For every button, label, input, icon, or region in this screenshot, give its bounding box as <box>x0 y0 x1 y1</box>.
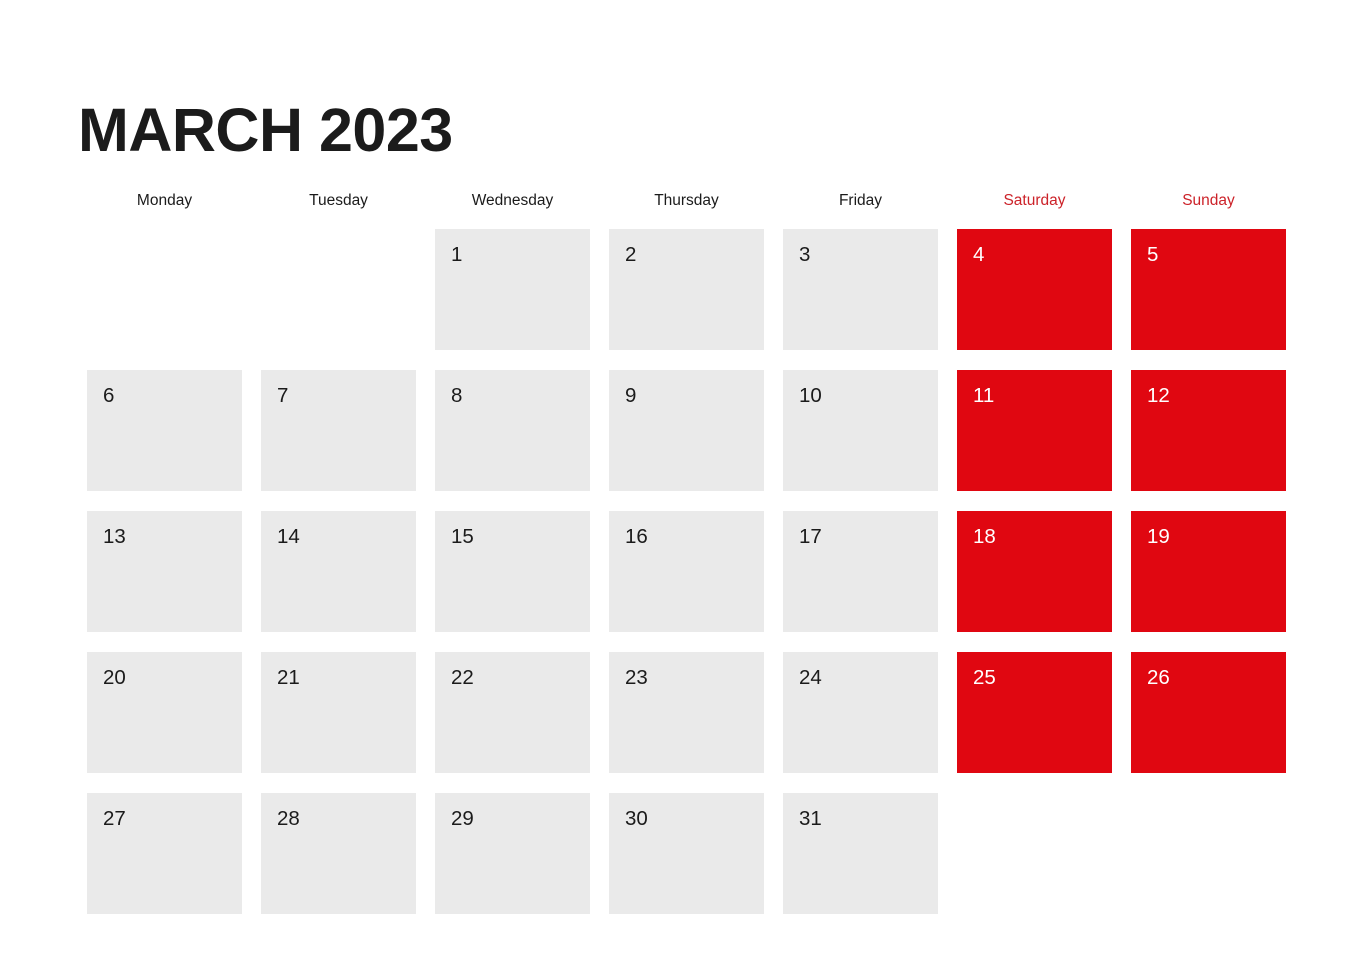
day-number: 13 <box>103 525 126 548</box>
day-number: 3 <box>799 243 811 266</box>
day-cell[interactable]: 25 <box>957 652 1112 773</box>
day-number: 18 <box>973 525 996 548</box>
calendar-page: MARCH 2023 Monday Tuesday Wednesday Thursda… <box>0 0 1371 980</box>
day-cell[interactable]: 29 <box>435 793 590 914</box>
day-number: 22 <box>451 666 474 689</box>
day-number: 27 <box>103 807 126 830</box>
day-cell[interactable]: 15 <box>435 511 590 632</box>
day-number: 19 <box>1147 525 1170 548</box>
day-number: 2 <box>625 243 637 266</box>
weekday-header-wednesday: Wednesday <box>471 192 554 209</box>
day-cell[interactable]: 9 <box>609 370 764 491</box>
day-cell[interactable]: 18 <box>957 511 1112 632</box>
day-number: 26 <box>1147 666 1170 689</box>
day-cell[interactable]: 22 <box>435 652 590 773</box>
day-cell[interactable]: 16 <box>609 511 764 632</box>
day-cell[interactable]: 14 <box>261 511 416 632</box>
day-cell[interactable]: 2 <box>609 229 764 350</box>
day-cell[interactable]: 24 <box>783 652 938 773</box>
day-cell[interactable]: 28 <box>261 793 416 914</box>
day-number: 4 <box>973 243 985 266</box>
day-cell[interactable]: 10 <box>783 370 938 491</box>
day-cell-empty <box>1131 793 1286 914</box>
day-cell[interactable]: 6 <box>87 370 242 491</box>
calendar-grid: 1 2 3 4 5 6 7 8 9 10 11 12 13 14 15 16 17 18 19 20 21 22 23 24 2… <box>87 229 1286 921</box>
day-number: 6 <box>103 384 115 407</box>
day-number: 25 <box>973 666 996 689</box>
day-cell[interactable]: 23 <box>609 652 764 773</box>
weekday-header-tuesday: Tuesday <box>309 192 368 209</box>
day-number: 8 <box>451 384 463 407</box>
day-number: 15 <box>451 525 474 548</box>
day-cell[interactable]: 17 <box>783 511 938 632</box>
day-number: 30 <box>625 807 648 830</box>
day-number: 11 <box>973 384 995 407</box>
day-cell-empty <box>957 793 1112 914</box>
day-number: 31 <box>799 807 822 830</box>
day-number: 9 <box>625 384 637 407</box>
day-cell[interactable]: 8 <box>435 370 590 491</box>
day-number: 14 <box>277 525 300 548</box>
day-cell[interactable]: 1 <box>435 229 590 350</box>
day-cell[interactable]: 30 <box>609 793 764 914</box>
day-number: 10 <box>799 384 822 407</box>
day-number: 17 <box>799 525 822 548</box>
day-cell[interactable]: 20 <box>87 652 242 773</box>
day-cell[interactable]: 13 <box>87 511 242 632</box>
day-number: 12 <box>1147 384 1170 407</box>
day-number: 16 <box>625 525 648 548</box>
day-number: 1 <box>451 243 463 266</box>
weekday-header-monday: Monday <box>136 192 193 209</box>
day-cell[interactable]: 4 <box>957 229 1112 350</box>
day-cell[interactable]: 21 <box>261 652 416 773</box>
day-cell[interactable]: 11 <box>957 370 1112 491</box>
day-cell[interactable]: 7 <box>261 370 416 491</box>
day-number: 21 <box>277 666 300 689</box>
day-number: 29 <box>451 807 474 830</box>
weekday-header-friday: Friday <box>838 192 883 209</box>
day-cell[interactable]: 26 <box>1131 652 1286 773</box>
day-cell[interactable]: 5 <box>1131 229 1286 350</box>
day-number: 23 <box>625 666 648 689</box>
page-title: MARCH 2023 <box>78 96 453 164</box>
day-cell[interactable]: 27 <box>87 793 242 914</box>
day-cell[interactable]: 19 <box>1131 511 1286 632</box>
day-cell[interactable]: 12 <box>1131 370 1286 491</box>
day-number: 28 <box>277 807 300 830</box>
day-number: 20 <box>103 666 126 689</box>
weekday-header-row: Monday Tuesday Wednesday Thursday Friday Satu… <box>87 190 1285 212</box>
day-number: 7 <box>277 384 289 407</box>
day-cell[interactable]: 31 <box>783 793 938 914</box>
weekday-header-sunday: Sunday <box>1182 192 1235 209</box>
day-cell[interactable]: 3 <box>783 229 938 350</box>
weekday-header-thursday: Thursday <box>654 192 719 209</box>
day-number: 24 <box>799 666 822 689</box>
day-cell-empty <box>87 229 242 350</box>
day-cell-empty <box>261 229 416 350</box>
weekday-header-saturday: Saturday <box>1003 192 1066 209</box>
day-number: 5 <box>1147 243 1159 266</box>
